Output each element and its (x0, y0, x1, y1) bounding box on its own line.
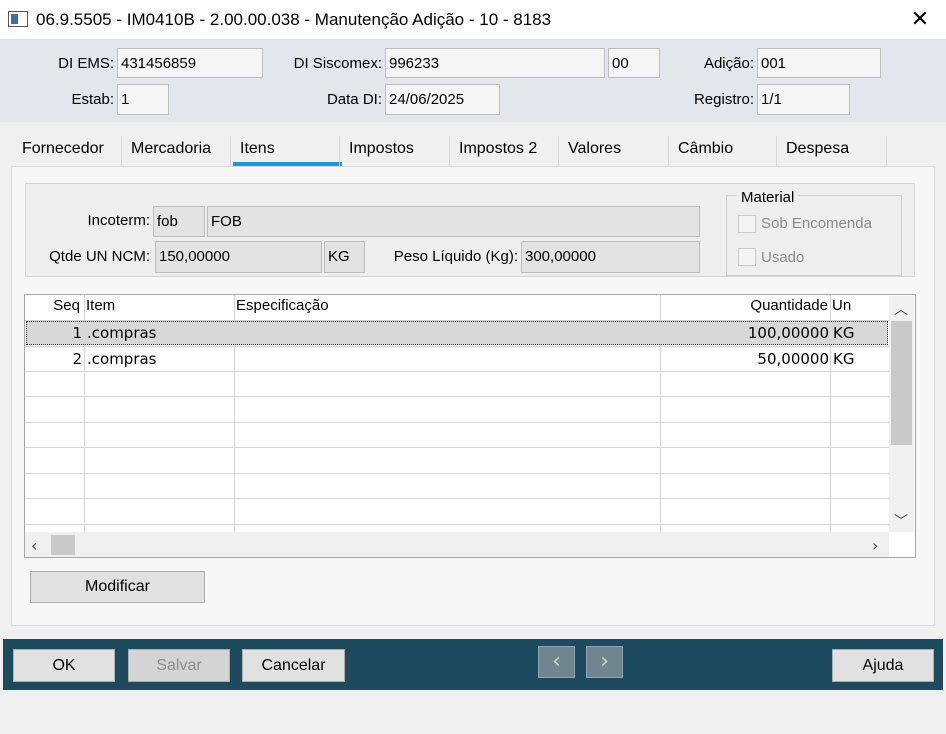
tab-separator (449, 136, 450, 166)
scroll-right-icon[interactable]: › (872, 536, 878, 555)
tab-separator (776, 136, 777, 166)
tab-impostos[interactable]: Impostos (349, 140, 414, 164)
data-di-label: Data DI: (326, 91, 382, 108)
tab-separator (121, 136, 122, 166)
di-ems-field[interactable]: 431456859 (117, 48, 263, 78)
tab-mercadoria[interactable]: Mercadoria (131, 140, 211, 164)
di-siscomex-label: DI Siscomex: (293, 55, 382, 72)
column-header-seq[interactable]: Seq (26, 297, 80, 321)
cell-seq[interactable]: 1 (26, 324, 82, 342)
column-header-quantidade[interactable]: Quantidade (662, 297, 828, 321)
registro-field[interactable]: 1/1 (757, 84, 850, 115)
column-header-un[interactable]: Un (832, 297, 851, 321)
horizontal-scrollbar[interactable] (25, 532, 889, 557)
next-icon[interactable]: › (586, 646, 623, 678)
tab-impostos-2[interactable]: Impostos 2 (459, 140, 537, 164)
column-header-item[interactable]: Item (86, 297, 115, 321)
tab-itens[interactable]: Itens (240, 140, 275, 164)
incoterm-desc-field[interactable]: FOB (207, 206, 700, 237)
tab-fornecedor[interactable]: Fornecedor (22, 140, 104, 164)
previous-icon[interactable]: ‹ (538, 646, 575, 678)
cell-un[interactable]: KG (833, 350, 854, 368)
scroll-up-icon[interactable]: ︿ (894, 299, 908, 319)
qtde-unit-field[interactable]: KG (324, 241, 365, 273)
peso-liquido-field[interactable]: 300,00000 (521, 241, 700, 273)
registro-label: Registro: (693, 91, 754, 108)
tab-separator (230, 136, 231, 166)
tab-separator (558, 136, 559, 166)
material-group-label: Material (737, 189, 799, 206)
data-di-field[interactable]: 24/06/2025 (385, 84, 500, 115)
peso-liquido-label: Peso Líquido (Kg): (393, 248, 518, 265)
cell-un[interactable]: KG (833, 324, 854, 342)
grid-line (25, 447, 889, 448)
tab-cambio[interactable]: Câmbio (678, 140, 733, 164)
sob-encomenda-label: Sob Encomenda (761, 215, 872, 232)
usado-checkbox[interactable] (738, 248, 756, 266)
cell-item[interactable]: .compras (87, 350, 157, 368)
window: 06.9.5505 - IM0410B - 2.00.00.038 - Manu… (0, 0, 946, 734)
grid-line (25, 371, 889, 372)
cancelar-button[interactable]: Cancelar (242, 649, 345, 682)
adicao-label: Adição: (703, 55, 754, 72)
incoterm-label: Incoterm: (87, 212, 150, 229)
app-icon (8, 11, 28, 27)
close-icon[interactable]: ✕ (906, 6, 934, 34)
di-siscomex-suffix-field[interactable]: 00 (608, 48, 660, 78)
tab-separator (668, 136, 669, 166)
horizontal-scroll-thumb[interactable] (51, 535, 75, 555)
tab-separator (886, 136, 887, 166)
tab-valores[interactable]: Valores (568, 140, 621, 164)
tab-despesa[interactable]: Despesa (786, 140, 849, 164)
di-ems-label: DI EMS: (58, 55, 114, 72)
grid-line (25, 396, 889, 397)
tab-separator (339, 136, 340, 166)
title-bar: 06.9.5505 - IM0410B - 2.00.00.038 - Manu… (0, 0, 946, 40)
qtde-un-ncm-label: Qtde UN NCM: (49, 248, 150, 265)
grid-line (25, 473, 889, 474)
vertical-scroll-thumb[interactable] (891, 321, 912, 445)
usado-label: Usado (761, 249, 805, 266)
ok-button[interactable]: OK (13, 649, 115, 682)
estab-field[interactable]: 1 (117, 84, 169, 115)
grid-line (25, 346, 889, 347)
grid-line (25, 524, 889, 525)
grid-line (25, 498, 889, 499)
qtde-un-ncm-field[interactable]: 150,00000 (155, 241, 322, 273)
ajuda-button[interactable]: Ajuda (832, 649, 934, 682)
scroll-left-icon[interactable]: ‹ (31, 536, 37, 555)
window-title: 06.9.5505 - IM0410B - 2.00.00.038 - Manu… (36, 10, 552, 29)
cell-item[interactable]: .compras (87, 324, 157, 342)
cell-quantidade[interactable]: 50,00000 (662, 350, 829, 368)
cell-seq[interactable]: 2 (26, 350, 82, 368)
estab-label: Estab: (71, 91, 114, 108)
salvar-button[interactable]: Salvar (128, 649, 230, 682)
scroll-down-icon[interactable]: ﹀ (894, 511, 908, 531)
sob-encomenda-checkbox[interactable] (738, 215, 756, 233)
cell-quantidade[interactable]: 100,00000 (662, 324, 829, 342)
di-siscomex-field[interactable]: 996233 (385, 48, 605, 78)
incoterm-code-field[interactable]: fob (153, 206, 205, 237)
column-header-especificacao[interactable]: Especificação (236, 297, 329, 321)
modificar-button[interactable]: Modificar (30, 571, 205, 603)
adicao-field[interactable]: 001 (757, 48, 881, 78)
grid-line (25, 422, 889, 423)
